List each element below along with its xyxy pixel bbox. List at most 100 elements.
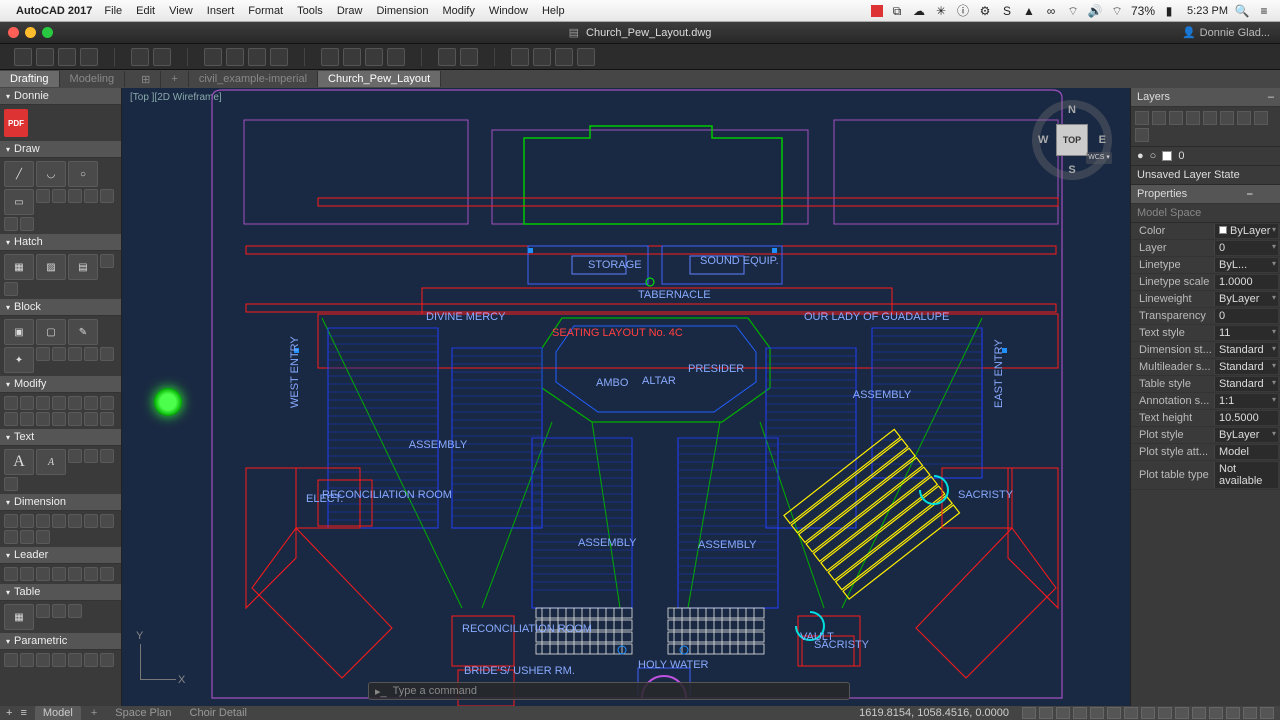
props-context[interactable]: Model Space [1131, 204, 1280, 223]
s-icon[interactable]: S [999, 3, 1015, 19]
paste-button[interactable] [365, 48, 383, 66]
menu-file[interactable]: File [104, 5, 122, 17]
arc-tool[interactable]: ◡ [36, 161, 66, 187]
d1[interactable] [4, 514, 18, 528]
menu-help[interactable]: Help [542, 5, 565, 17]
spotlight-icon[interactable]: 🔍 [1234, 3, 1250, 19]
prop-plot-style[interactable]: Plot styleByLayer [1131, 427, 1280, 444]
tx2[interactable] [84, 449, 98, 463]
menu-edit[interactable]: Edit [136, 5, 155, 17]
tx3[interactable] [100, 449, 114, 463]
lt5[interactable] [1203, 111, 1217, 125]
b5[interactable] [100, 347, 114, 361]
prop-color[interactable]: ColorByLayer [1131, 223, 1280, 240]
prop-plot-style-att-[interactable]: Plot style att...Model [1131, 444, 1280, 461]
sb8[interactable] [1141, 707, 1155, 719]
boundary-tool[interactable]: ▤ [68, 254, 98, 280]
d2[interactable] [20, 514, 34, 528]
trim-tool[interactable] [100, 396, 114, 410]
d3[interactable] [36, 514, 50, 528]
sync-icon[interactable]: ✳ [933, 3, 949, 19]
scale-tool[interactable] [52, 396, 66, 410]
model-tab[interactable]: Model [35, 706, 81, 720]
panel-parametric[interactable]: ▾Parametric [0, 633, 121, 650]
hatch-tool[interactable]: ▦ [4, 254, 34, 280]
copy-button[interactable] [343, 48, 361, 66]
wcs-label[interactable]: WCS ▾ [1086, 152, 1112, 164]
notif-icon[interactable]: ≡ [1256, 3, 1272, 19]
sb14[interactable] [1243, 707, 1257, 719]
d6[interactable] [84, 514, 98, 528]
copy-tool[interactable] [20, 396, 34, 410]
pdf-icon[interactable]: PDF [4, 109, 28, 137]
fillet-tool[interactable] [84, 396, 98, 410]
panel-text[interactable]: ▾Text [0, 429, 121, 446]
viewcube[interactable]: TOP N S E W WCS ▾ [1032, 100, 1112, 180]
add-layout[interactable]: + [6, 707, 12, 719]
explode-tool[interactable] [68, 412, 82, 426]
panel-modify[interactable]: ▾Modify [0, 376, 121, 393]
panel-block[interactable]: ▾Block [0, 299, 121, 316]
pin-icon[interactable]: ⎯ [1247, 188, 1259, 200]
d10[interactable] [36, 530, 50, 544]
saveas-button[interactable] [80, 48, 98, 66]
b4[interactable] [84, 347, 98, 361]
menu-draw[interactable]: Draw [337, 5, 363, 17]
menu-dimension[interactable]: Dimension [376, 5, 428, 17]
tb2[interactable] [52, 604, 66, 618]
sb9[interactable] [1158, 707, 1172, 719]
ray-tool[interactable] [4, 217, 18, 231]
prop-lineweight[interactable]: LineweightByLayer [1131, 291, 1280, 308]
d7[interactable] [100, 514, 114, 528]
close-button[interactable] [8, 27, 19, 38]
zoom-button[interactable] [42, 27, 53, 38]
cloud2-icon[interactable]: ▲ [1021, 3, 1037, 19]
t2-button[interactable] [533, 48, 551, 66]
break-tool[interactable] [100, 412, 114, 426]
prop-linetype-scale[interactable]: Linetype scale1.0000 [1131, 274, 1280, 291]
sb4[interactable] [1073, 707, 1087, 719]
mirror-tool[interactable] [68, 396, 82, 410]
prop-text-height[interactable]: Text height10.5000 [1131, 410, 1280, 427]
compass-e[interactable]: E [1099, 134, 1106, 146]
battery-icon[interactable]: ▮ [1161, 3, 1177, 19]
menu-view[interactable]: View [169, 5, 193, 17]
layout-spaceplan[interactable]: Space Plan [107, 706, 179, 720]
menu-format[interactable]: Format [248, 5, 283, 17]
compass-s[interactable]: S [1068, 164, 1075, 176]
b2[interactable] [52, 347, 66, 361]
mtext-tool[interactable]: A [4, 449, 34, 475]
new-layout-tab[interactable]: + [83, 706, 105, 720]
line-tool[interactable]: ╱ [4, 161, 34, 187]
lt2[interactable] [1152, 111, 1166, 125]
workspace-drafting[interactable]: Drafting [0, 71, 60, 87]
prop-transparency[interactable]: Transparency0 [1131, 308, 1280, 325]
layer-swatch[interactable] [1162, 151, 1172, 161]
panel-leader[interactable]: ▾Leader [0, 547, 121, 564]
bt-icon[interactable]: ⌔ [1065, 3, 1081, 19]
p2[interactable] [20, 653, 34, 667]
doctab-church[interactable]: Church_Pew_Layout [318, 71, 441, 87]
prop-text-style[interactable]: Text style11 [1131, 325, 1280, 342]
undo-button[interactable] [131, 48, 149, 66]
array-tool[interactable] [36, 412, 50, 426]
prop-dimension-st-[interactable]: Dimension st...Standard [1131, 342, 1280, 359]
l4[interactable] [52, 567, 66, 581]
circle-tool[interactable]: ○ [68, 161, 98, 187]
insert-tool[interactable]: ▣ [4, 319, 34, 345]
poly-tool[interactable] [84, 189, 98, 203]
ellipse-tool[interactable] [68, 189, 82, 203]
h2[interactable] [4, 282, 18, 296]
orbit-button[interactable] [460, 48, 478, 66]
attr-tool[interactable]: ✦ [4, 347, 34, 373]
tx1[interactable] [68, 449, 82, 463]
prop-plot-table-type[interactable]: Plot table typeNot available [1131, 461, 1280, 490]
tx4[interactable] [4, 477, 18, 491]
inf-icon[interactable]: ∞ [1043, 3, 1059, 19]
pan-button[interactable] [438, 48, 456, 66]
new-tab[interactable]: + [161, 71, 188, 87]
open-button[interactable] [36, 48, 54, 66]
lt6[interactable] [1220, 111, 1234, 125]
compass-w[interactable]: W [1038, 134, 1048, 146]
cut-button[interactable] [321, 48, 339, 66]
